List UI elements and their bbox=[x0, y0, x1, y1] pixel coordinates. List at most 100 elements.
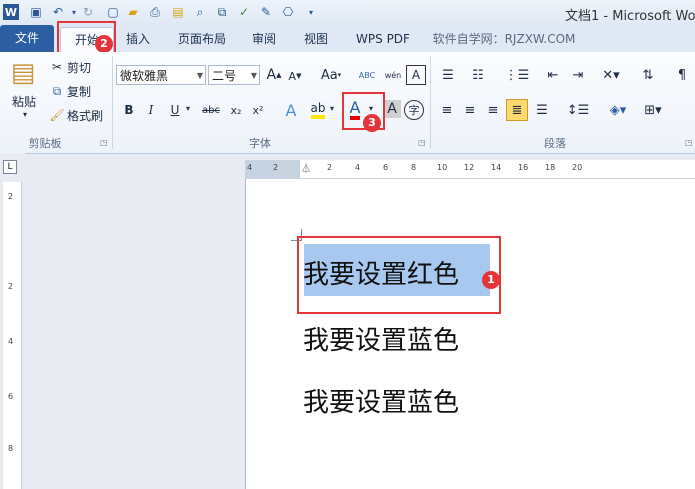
tab-review[interactable]: 审阅 bbox=[248, 29, 280, 49]
copy-icon[interactable]: ⧉ bbox=[50, 83, 64, 99]
annotation-badge-1: 1 bbox=[482, 271, 500, 289]
copy-button[interactable]: 复制 bbox=[67, 83, 91, 99]
increase-indent-icon[interactable]: ⇥ bbox=[568, 66, 588, 84]
grow-font-button[interactable]: A ▲ bbox=[265, 66, 283, 84]
paste-button[interactable]: 粘贴 bbox=[8, 92, 40, 110]
multilevel-list-icon[interactable]: ⋮☰ bbox=[505, 66, 530, 84]
ruler-tick: 2 bbox=[327, 163, 333, 172]
italic-button[interactable]: I bbox=[144, 102, 158, 118]
font-size-value: 二号 bbox=[212, 69, 237, 83]
chevron-down-icon: ▼ bbox=[196, 71, 203, 80]
new-doc-icon[interactable]: ▢ bbox=[105, 4, 121, 20]
paste-icon[interactable]: ▤ bbox=[8, 56, 38, 90]
open-folder-icon[interactable]: ▰ bbox=[125, 4, 141, 20]
ruler-tick: 18 bbox=[545, 163, 556, 172]
indent-marker-icon[interactable]: ⏃ bbox=[301, 160, 311, 175]
subscript-button[interactable]: x₂ bbox=[228, 102, 244, 118]
change-case-button[interactable]: Aa ▾ bbox=[318, 66, 344, 84]
customize-toolbar-icon[interactable]: ▾ bbox=[303, 4, 319, 20]
window-title: 文档1 - Microsoft Wo bbox=[565, 9, 695, 24]
word-logo-icon: W bbox=[3, 4, 19, 20]
chevron-down-icon: ▼ bbox=[250, 71, 257, 80]
chinese-layout-icon[interactable]: ✕▾ bbox=[598, 66, 624, 84]
tab-wps-pdf[interactable]: WPS PDF bbox=[350, 29, 416, 49]
paste-dropdown-icon[interactable]: ▾ bbox=[20, 110, 30, 119]
highlight-icon[interactable]: ab bbox=[308, 100, 328, 120]
document-line-2[interactable]: 我要设置蓝色 bbox=[303, 320, 459, 357]
vertical-ruler[interactable]: 2 2 4 6 8 bbox=[3, 182, 22, 489]
char-shading-button[interactable]: A bbox=[383, 100, 401, 118]
line-spacing-icon[interactable]: ↕☰ bbox=[565, 100, 591, 120]
print-icon[interactable]: ⎙ bbox=[147, 4, 163, 20]
undo-icon[interactable]: ↶ bbox=[50, 4, 66, 20]
text-effects-icon[interactable]: A bbox=[281, 100, 301, 120]
enclose-char-button[interactable]: 字 bbox=[404, 100, 424, 120]
tab-stop-icon[interactable]: L bbox=[3, 160, 17, 174]
align-left-icon[interactable]: ≡ bbox=[437, 100, 457, 120]
decrease-indent-icon[interactable]: ⇤ bbox=[543, 66, 563, 84]
numbering-icon[interactable]: ☷ bbox=[467, 66, 489, 84]
tab-view[interactable]: 视图 bbox=[300, 29, 332, 49]
shading-icon[interactable]: ◈▾ bbox=[605, 100, 631, 120]
horizontal-ruler[interactable]: 4 2 ⏃ 2 4 6 8 10 12 14 16 18 20 bbox=[245, 160, 695, 179]
superscript-button[interactable]: x² bbox=[250, 102, 266, 118]
ruler-tick: 6 bbox=[8, 392, 14, 401]
structure-icon[interactable]: ⎔ bbox=[280, 4, 296, 20]
shrink-font-button[interactable]: A ▼ bbox=[287, 68, 303, 84]
distributed-icon[interactable]: ☰ bbox=[532, 100, 552, 120]
ruler-tick: 2 bbox=[273, 163, 279, 172]
justify-icon[interactable]: ≣ bbox=[506, 99, 528, 121]
font-size-select[interactable]: 二号 ▼ bbox=[208, 65, 260, 85]
tab-page-layout[interactable]: 页面布局 bbox=[172, 29, 232, 49]
font-group-label: 字体 bbox=[249, 137, 271, 150]
zoom-icon[interactable]: ⌕ bbox=[192, 4, 208, 20]
cut-icon[interactable]: ✂ bbox=[50, 59, 64, 75]
align-right-icon[interactable]: ≡ bbox=[483, 100, 503, 120]
paragraph-group-label: 段落 bbox=[544, 137, 566, 150]
underline-button[interactable]: U bbox=[168, 102, 182, 118]
char-border-button[interactable]: A bbox=[406, 65, 426, 85]
spellcheck-icon[interactable]: ✓ bbox=[236, 4, 252, 20]
annotation-box-selected-text bbox=[297, 236, 501, 314]
redo-icon[interactable]: ↻ bbox=[80, 4, 96, 20]
show-marks-icon[interactable]: ¶ bbox=[675, 66, 689, 84]
ruler-tick: 14 bbox=[491, 163, 502, 172]
document-line-3[interactable]: 我要设置蓝色 bbox=[303, 382, 459, 419]
clear-format-icon[interactable]: ABC bbox=[357, 64, 377, 86]
cut-button[interactable]: 剪切 bbox=[67, 59, 91, 75]
strikethrough-button[interactable]: abc bbox=[200, 102, 222, 118]
underline-dropdown-icon[interactable]: ▾ bbox=[184, 104, 192, 113]
format-painter-icon[interactable]: 🖌 bbox=[49, 107, 64, 123]
format-painter-button[interactable]: 格式刷 bbox=[67, 107, 103, 123]
align-center-icon[interactable]: ≡ bbox=[460, 100, 480, 120]
highlight-dropdown-icon[interactable]: ▾ bbox=[328, 104, 336, 113]
annotation-badge-2: 2 bbox=[95, 35, 113, 53]
ruler-tick: 4 bbox=[8, 337, 14, 346]
ruler-tick: 10 bbox=[437, 163, 448, 172]
ruler-tick: 6 bbox=[383, 163, 389, 172]
group-divider bbox=[112, 56, 113, 149]
font-name-select[interactable]: 微软雅黑 ▼ bbox=[116, 65, 206, 85]
save-icon[interactable]: ▣ bbox=[28, 4, 44, 20]
edit-icon[interactable]: ✎ bbox=[258, 4, 274, 20]
print-preview-icon[interactable]: ▤ bbox=[170, 4, 186, 20]
ruler-corner[interactable]: L bbox=[0, 153, 25, 179]
font-launcher-icon[interactable]: ◳ bbox=[418, 138, 426, 147]
ruler-tick: 4 bbox=[247, 163, 253, 172]
clipboard-launcher-icon[interactable]: ◳ bbox=[100, 138, 108, 147]
font-name-value: 微软雅黑 bbox=[120, 69, 169, 83]
annotation-badge-3: 3 bbox=[363, 114, 381, 132]
bullets-icon[interactable]: ☰ bbox=[437, 66, 459, 84]
tab-site-label: 软件自学网：RJZXW.COM bbox=[432, 32, 576, 46]
sort-icon[interactable]: ⇅ bbox=[638, 66, 658, 84]
group-divider bbox=[430, 56, 431, 149]
paragraph-launcher-icon[interactable]: ◳ bbox=[685, 138, 693, 147]
attach-icon[interactable]: ⧉ bbox=[214, 4, 230, 20]
tab-file[interactable]: 文件 bbox=[0, 25, 54, 52]
bold-button[interactable]: B bbox=[122, 102, 136, 118]
ruler-tick: 16 bbox=[518, 163, 529, 172]
ruler-tick: 8 bbox=[411, 163, 417, 172]
phonetic-guide-button[interactable]: wén bbox=[382, 64, 404, 86]
tab-insert[interactable]: 插入 bbox=[122, 29, 154, 49]
borders-icon[interactable]: ⊞▾ bbox=[640, 100, 666, 120]
